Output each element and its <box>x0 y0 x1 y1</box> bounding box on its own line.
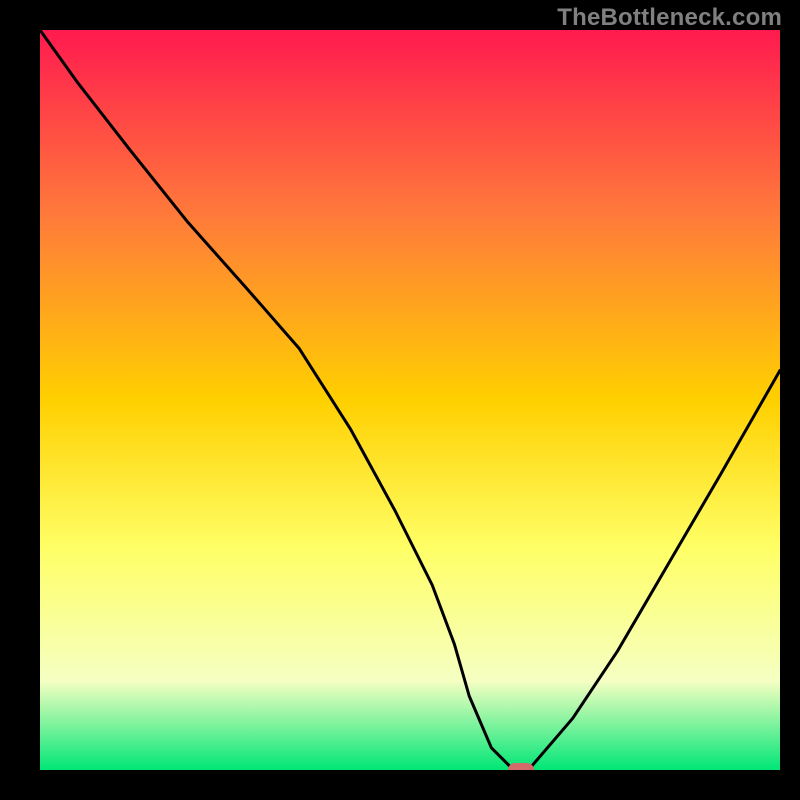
optimal-marker <box>508 763 534 770</box>
watermark-text: TheBottleneck.com <box>557 4 782 32</box>
chart-svg <box>40 30 780 770</box>
chart-plot-area <box>40 30 780 770</box>
chart-frame: TheBottleneck.com <box>0 0 800 800</box>
gradient-background <box>40 30 780 770</box>
